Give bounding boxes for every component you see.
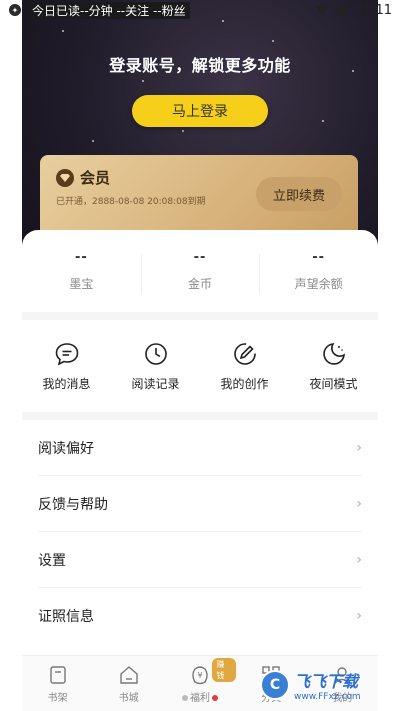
app-screen: ✦ 今日已读--分钟 --关注 --粉丝 11:11 登录账号，解锁更多功能 马… (0, 0, 400, 711)
notification-dot (212, 694, 218, 701)
stat-ink-treasure[interactable]: -- 墨宝 (22, 250, 141, 292)
menu-settings[interactable]: 设置 › (38, 532, 362, 588)
quick-label: 我的创作 (220, 376, 269, 391)
renew-button[interactable]: 立即续费 (256, 177, 342, 211)
tab-label: 福利 (190, 692, 210, 704)
quick-label: 我的消息 (42, 376, 91, 391)
tab-welfare[interactable]: 赚钱 ¥ 福利 (164, 656, 236, 711)
quick-label: 阅读记录 (131, 376, 180, 391)
quick-history[interactable]: 阅读记录 (111, 341, 200, 392)
tab-label: 书城 (118, 692, 139, 704)
chevron-right-icon: › (356, 608, 362, 624)
menu-reading-preferences[interactable]: 阅读偏好 › (38, 420, 362, 476)
tab-bookstore[interactable]: 书城 (93, 656, 164, 711)
login-prompt-title: 登录账号，解锁更多功能 (109, 56, 291, 75)
chevron-right-icon: › (356, 439, 362, 456)
settings-menu: 阅读偏好 › 反馈与帮助 › 设置 › 证照信息 › (22, 420, 378, 644)
watermark-text: 飞飞下载 (294, 672, 359, 691)
stat-coins[interactable]: -- 金币 (140, 250, 260, 294)
watermark-logo-icon: C (260, 670, 290, 700)
vip-diamond-icon (56, 168, 74, 187)
chevron-right-icon: › (356, 551, 362, 568)
battery-icon (337, 3, 346, 16)
section-divider (22, 312, 378, 320)
app-logo-icon: ✦ (8, 3, 22, 17)
quick-messages[interactable]: 我的消息 (22, 341, 111, 392)
stat-reputation[interactable]: -- 声望余额 (259, 250, 378, 294)
menu-label: 反馈与帮助 (38, 496, 108, 513)
stat-value: -- (193, 250, 207, 265)
pen-icon (233, 342, 256, 365)
wifi-icon (315, 4, 329, 15)
stat-label: 墨宝 (69, 277, 94, 291)
status-time: 11:11 (354, 2, 392, 18)
menu-label: 设置 (38, 552, 66, 569)
menu-feedback-help[interactable]: 反馈与帮助 › (38, 476, 362, 532)
earn-badge: 赚钱 (212, 658, 236, 682)
tab-label: 书架 (47, 692, 68, 704)
stat-value: -- (74, 250, 88, 265)
bookshelf-icon (49, 665, 66, 684)
stat-value: -- (312, 250, 326, 265)
stat-label: 金币 (188, 277, 213, 291)
welfare-icon: ¥ (192, 665, 208, 684)
indicator-dot (182, 694, 188, 701)
stat-label: 声望余额 (294, 277, 343, 291)
reading-stats-text: 今日已读--分钟 --关注 --粉丝 (28, 1, 190, 19)
status-bar: ✦ 今日已读--分钟 --关注 --粉丝 11:11 (0, 0, 400, 20)
login-button[interactable]: 马上登录 (132, 95, 268, 127)
menu-label: 证照信息 (38, 609, 94, 625)
quick-night-mode[interactable]: 夜间模式 (289, 341, 378, 392)
menu-license-info[interactable]: 证照信息 › (38, 588, 362, 644)
moon-icon (322, 342, 345, 365)
watermark-url: www.FFxz.com (294, 692, 361, 702)
account-panel: -- 墨宝 -- 金币 -- 声望余额 我的消息 阅读记录 我的创作 夜间模式 … (22, 230, 378, 655)
tab-bookshelf[interactable]: 书架 (22, 656, 93, 711)
quick-actions: 我的消息 阅读记录 我的创作 夜间模式 (22, 320, 378, 412)
tab-label-wrap: 福利 (182, 689, 218, 704)
clock-icon (144, 342, 167, 365)
stats-row: -- 墨宝 -- 金币 -- 声望余额 (22, 230, 378, 312)
chevron-right-icon: › (356, 495, 362, 512)
vip-title: 会员 (80, 169, 111, 187)
message-icon (55, 342, 78, 365)
quick-label: 夜间模式 (309, 376, 358, 391)
section-divider (22, 412, 378, 420)
site-watermark: C 飞飞下载 www.FFxz.com (260, 664, 390, 706)
quick-creations[interactable]: 我的创作 (200, 341, 289, 392)
bookstore-icon (120, 665, 138, 684)
menu-label: 阅读偏好 (38, 440, 94, 457)
svg-text:¥: ¥ (197, 671, 202, 680)
